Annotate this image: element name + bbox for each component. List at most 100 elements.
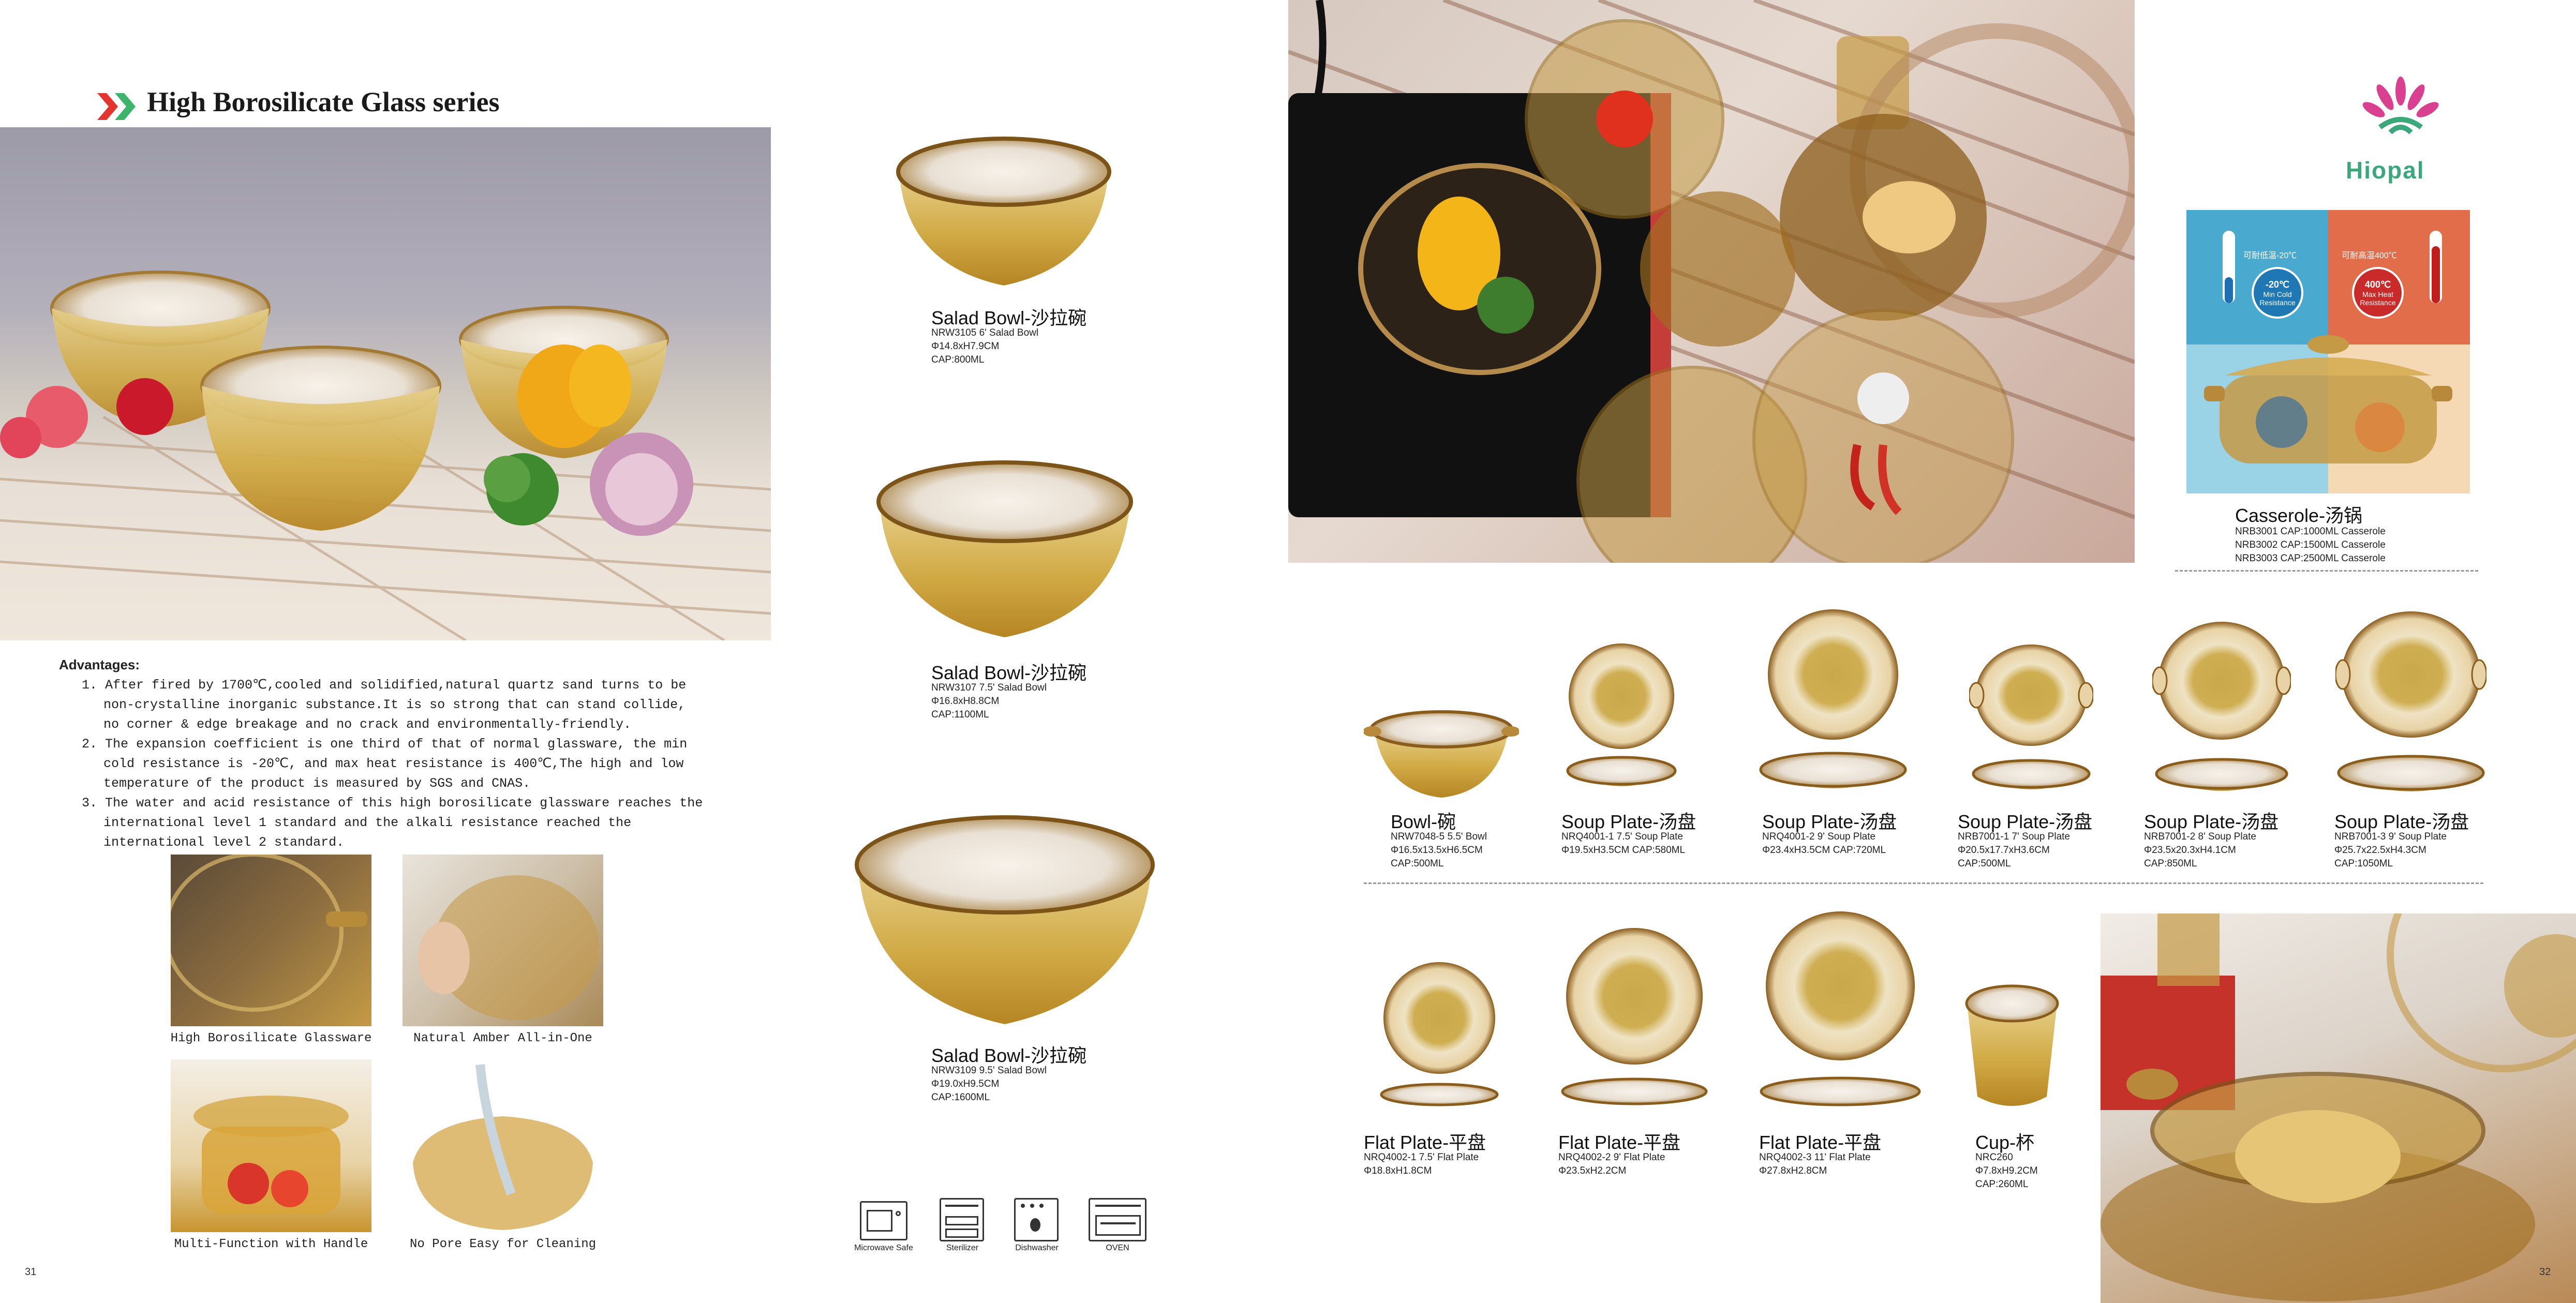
product-code: NRB7001-3 9' Soup Plate	[2334, 831, 2447, 842]
product-code: NRQ4001-1 7.5' Soup Plate	[1561, 831, 1683, 842]
divider	[2175, 570, 2478, 572]
casserole-line: NRB3001 CAP:1000ML Casserole	[2235, 526, 2386, 537]
product-size: Φ16.5x13.5xH6.5CM	[1391, 845, 1483, 856]
product-size: Φ20.5x17.7xH3.6CM	[1958, 845, 2050, 856]
product-capacity: CAP:500ML	[1391, 858, 1444, 869]
product-name: Flat Plate-平盘	[1364, 1132, 1486, 1153]
product-name: Salad Bowl-沙拉碗	[931, 1045, 1087, 1066]
product-size: Φ16.8xH8.8CM	[931, 696, 1000, 707]
advantages-heading: Advantages:	[59, 657, 140, 672]
product-name: Flat Plate-平盘	[1759, 1132, 1882, 1153]
product-capacity: CAP:1600ML	[931, 1092, 990, 1103]
icon-label: Sterilizer	[946, 1244, 979, 1252]
product-capacity: CAP:500ML	[1958, 858, 2011, 869]
product-name: Soup Plate-汤盘	[1762, 811, 1897, 832]
product-capacity: CAP:260ML	[1975, 1179, 2029, 1190]
product-size: Φ27.8xH2.8CM	[1759, 1165, 1827, 1176]
cold-badge: -20℃ Min Cold Resistance	[2252, 267, 2303, 319]
product-capacity: CAP:1100ML	[931, 709, 989, 720]
product-name: Bowl-碗	[1391, 811, 1456, 832]
thermometer-cold-icon	[2223, 231, 2235, 303]
product-size: Φ19.5xH3.5CM CAP:580ML	[1561, 845, 1686, 856]
product-name: Flat Plate-平盘	[1558, 1132, 1681, 1153]
feature-photo-handle	[171, 1059, 371, 1232]
hot-value: 400℃	[2364, 279, 2391, 290]
product-code: NRC260	[1975, 1152, 2013, 1163]
icon-label: Microwave Safe	[854, 1244, 913, 1252]
cup-image	[1965, 984, 2059, 1106]
product-code: NRW3109 9.5' Salad Bowl	[931, 1065, 1047, 1076]
salad-bowl-image	[896, 137, 1111, 286]
hot-badge: 400℃ Max Heat Resistance	[2352, 267, 2404, 319]
dishwasher-icon	[1014, 1198, 1059, 1241]
feature-caption: Natural Amber All-in-One	[413, 1031, 592, 1045]
product-code: NRQ4002-2 9' Flat Plate	[1558, 1152, 1665, 1163]
feature-photo-cleaning	[403, 1059, 603, 1232]
page-title: High Borosilicate Glass series	[147, 86, 500, 117]
product-size: Φ14.8xH7.9CM	[931, 341, 1000, 352]
page-number: 31	[25, 1266, 37, 1278]
product-name: Soup Plate-汤盘	[1958, 811, 2093, 832]
advantage-item: 2. The expansion coefficient is one thir…	[82, 737, 688, 791]
flat-plate-image	[1380, 962, 1499, 1106]
product-capacity: CAP:1050ML	[2334, 858, 2393, 869]
icon-label: OVEN	[1106, 1244, 1129, 1252]
product-code: NRQ4002-3 11' Flat Plate	[1759, 1152, 1871, 1163]
product-code: NRW3105 6' Salad Bowl	[931, 327, 1039, 338]
advantages-list: 1. After fired by 1700℃,cooled and solid…	[61, 676, 708, 852]
product-name: Salad Bowl-沙拉碗	[931, 662, 1087, 683]
soup-plate-image	[2152, 622, 2291, 791]
feature-photo-glassware	[171, 855, 371, 1026]
product-name: Soup Plate-汤盘	[2144, 811, 2279, 832]
casserole-name: Casserole-汤锅	[2235, 505, 2363, 526]
serving-photo	[2101, 913, 2576, 1303]
feature-caption: Multi-Function with Handle	[174, 1237, 368, 1251]
product-size: Φ23.5xH2.2CM	[1558, 1165, 1627, 1176]
kitchen-photo	[1288, 0, 2135, 563]
icon-label: Dishwasher	[1015, 1244, 1059, 1252]
product-size: Φ19.0xH9.5CM	[931, 1079, 1000, 1089]
product-capacity: CAP:800ML	[931, 354, 985, 365]
product-code: NRW7048-5 5.5' Bowl	[1391, 831, 1487, 842]
heat-resistance-label: 可耐高温400℃	[2342, 251, 2397, 260]
hero-photo	[0, 127, 771, 640]
casserole-banner: 可耐低温-20℃ 可耐高温400℃ -20℃ Min Cold Resistan…	[2186, 210, 2470, 493]
microwave-icon	[860, 1201, 907, 1240]
flat-plate-image	[1561, 928, 1708, 1105]
divider	[1364, 882, 2483, 884]
soup-plate-image	[2335, 611, 2486, 791]
hot-text: Max Heat Resistance	[2360, 290, 2396, 307]
feature-photo-amber	[403, 855, 603, 1026]
sterilizer-icon	[940, 1198, 984, 1241]
oven-icon	[1089, 1198, 1146, 1241]
product-name: Soup Plate-汤盘	[1561, 811, 1696, 832]
page-number: 32	[2539, 1266, 2551, 1278]
product-size: Φ23.4xH3.5CM CAP:720ML	[1762, 845, 1886, 856]
brand-name: Hiopal	[2346, 157, 2425, 184]
product-code: NRW3107 7.5' Salad Bowl	[931, 682, 1047, 693]
product-name: Salad Bowl-沙拉碗	[931, 307, 1087, 328]
soup-plate-image	[1759, 609, 1907, 788]
bowl-image	[1364, 710, 1519, 798]
cold-value: -20℃	[2265, 279, 2290, 290]
flat-plate-image	[1760, 911, 1921, 1106]
salad-bowl-image	[855, 815, 1155, 1024]
thermometer-hot-icon	[2430, 231, 2442, 303]
soup-plate-image	[1969, 645, 2093, 789]
product-size: Φ18.8xH1.8CM	[1364, 1165, 1432, 1176]
product-capacity: CAP:850ML	[2144, 858, 2197, 869]
product-code: NRQ4002-1 7.5' Flat Plate	[1364, 1152, 1479, 1163]
product-name: Cup-杯	[1975, 1132, 2035, 1153]
cold-resistance-label: 可耐低温-20℃	[2243, 251, 2297, 260]
salad-bowl-image	[876, 460, 1133, 637]
advantage-item: 1. After fired by 1700℃,cooled and solid…	[82, 678, 687, 732]
brand-logo-icon	[2362, 77, 2439, 134]
product-size: Φ25.7x22.5xH4.3CM	[2334, 845, 2426, 856]
casserole-line: NRB3003 CAP:2500ML Casserole	[2235, 553, 2386, 564]
chevron-icon	[97, 93, 136, 120]
product-code: NRQ4001-2 9' Soup Plate	[1762, 831, 1876, 842]
feature-caption: High Borosilicate Glassware	[170, 1031, 372, 1045]
cold-text: Min Cold Resistance	[2259, 290, 2296, 307]
product-size: Φ7.8xH9.2CM	[1975, 1165, 2038, 1176]
feature-caption: No Pore Easy for Cleaning	[409, 1237, 597, 1251]
